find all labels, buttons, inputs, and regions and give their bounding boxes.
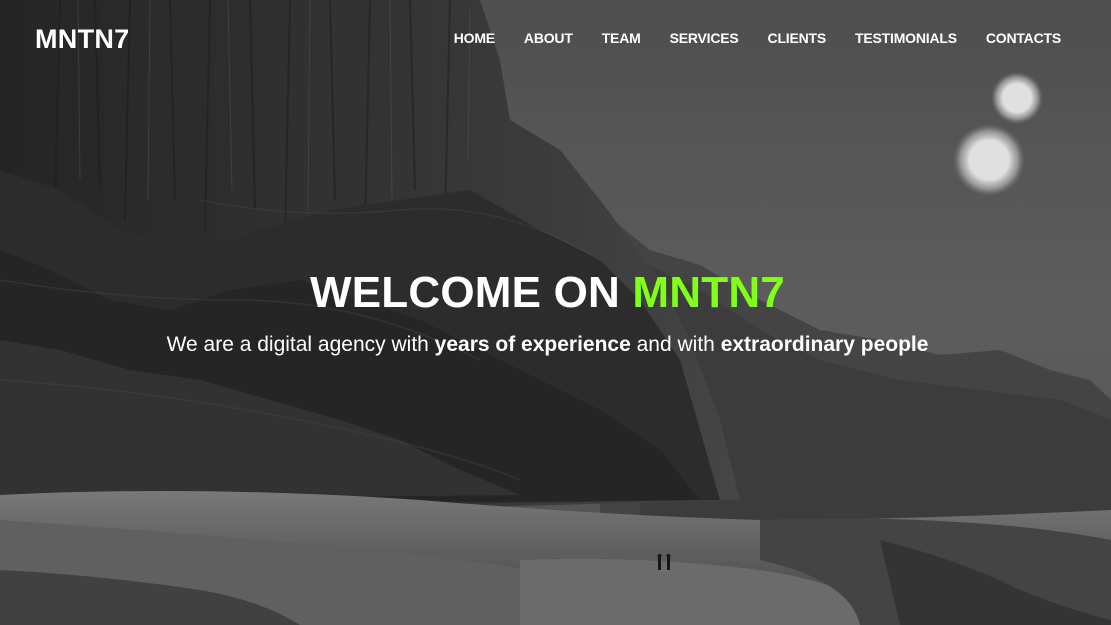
- nav-item-team[interactable]: TEAM: [602, 28, 641, 48]
- hero-section: MNTN7 HOME ABOUT TEAM SERVICES CLIENTS T…: [0, 0, 1111, 625]
- hero-subtitle: We are a digital agency with years of ex…: [0, 330, 1095, 360]
- hero-subtitle-part1: We are a digital agency with: [166, 333, 435, 356]
- hero-title-highlight: MNTN7: [632, 268, 785, 317]
- nav-item-clients[interactable]: CLIENTS: [768, 28, 827, 48]
- hero-subtitle-bold2: extraordinary people: [720, 333, 929, 356]
- nav-item-contacts[interactable]: CONTACTS: [986, 28, 1061, 48]
- hero-subtitle-part2: and with: [630, 333, 721, 356]
- nav-item-home[interactable]: HOME: [454, 28, 495, 48]
- nav-item-services[interactable]: SERVICES: [670, 28, 739, 48]
- hero-subtitle-bold1: years of experience: [434, 333, 631, 356]
- brand-logo[interactable]: MNTN7: [35, 22, 130, 56]
- nav-item-about[interactable]: ABOUT: [524, 28, 573, 48]
- hero-title: WELCOME ON MNTN7: [0, 266, 1095, 320]
- hero-title-prefix: WELCOME ON: [310, 268, 633, 317]
- nav-item-testimonials[interactable]: TESTIMONIALS: [855, 28, 957, 48]
- main-nav: HOME ABOUT TEAM SERVICES CLIENTS TESTIMO…: [425, 28, 1061, 48]
